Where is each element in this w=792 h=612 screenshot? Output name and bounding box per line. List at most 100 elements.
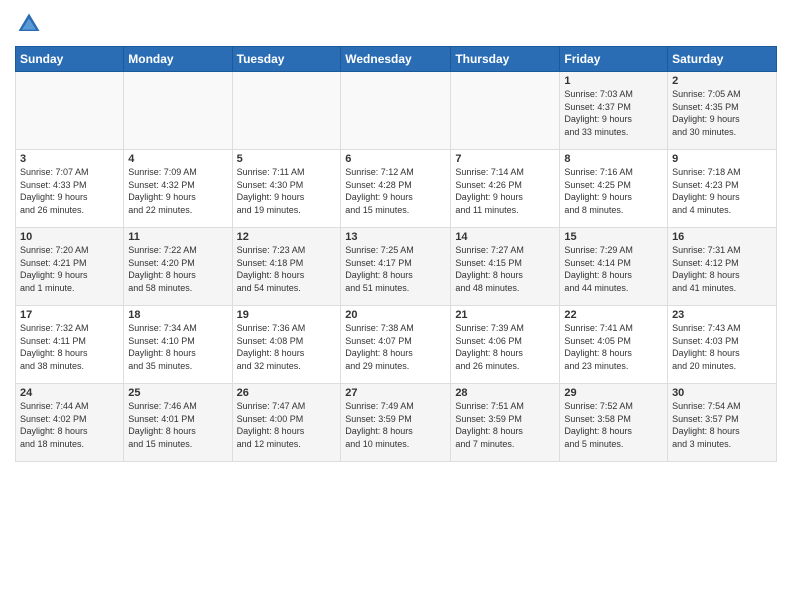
calendar-cell — [16, 72, 124, 150]
day-info: Sunrise: 7:22 AM Sunset: 4:20 PM Dayligh… — [128, 244, 227, 294]
calendar-cell: 19Sunrise: 7:36 AM Sunset: 4:08 PM Dayli… — [232, 306, 341, 384]
calendar-week-row: 10Sunrise: 7:20 AM Sunset: 4:21 PM Dayli… — [16, 228, 777, 306]
page: SundayMondayTuesdayWednesdayThursdayFrid… — [0, 0, 792, 612]
calendar-cell — [124, 72, 232, 150]
calendar-cell — [341, 72, 451, 150]
calendar-cell: 14Sunrise: 7:27 AM Sunset: 4:15 PM Dayli… — [451, 228, 560, 306]
calendar-cell: 25Sunrise: 7:46 AM Sunset: 4:01 PM Dayli… — [124, 384, 232, 462]
calendar-cell: 30Sunrise: 7:54 AM Sunset: 3:57 PM Dayli… — [668, 384, 777, 462]
day-number: 28 — [455, 387, 555, 399]
day-number: 2 — [672, 75, 772, 87]
day-info: Sunrise: 7:09 AM Sunset: 4:32 PM Dayligh… — [128, 166, 227, 216]
day-number: 3 — [20, 153, 119, 165]
calendar-week-row: 24Sunrise: 7:44 AM Sunset: 4:02 PM Dayli… — [16, 384, 777, 462]
day-number: 30 — [672, 387, 772, 399]
day-number: 12 — [237, 231, 337, 243]
day-number: 16 — [672, 231, 772, 243]
calendar-header-thursday: Thursday — [451, 47, 560, 72]
calendar-table: SundayMondayTuesdayWednesdayThursdayFrid… — [15, 46, 777, 462]
day-info: Sunrise: 7:52 AM Sunset: 3:58 PM Dayligh… — [564, 400, 663, 450]
calendar-cell: 2Sunrise: 7:05 AM Sunset: 4:35 PM Daylig… — [668, 72, 777, 150]
day-number: 15 — [564, 231, 663, 243]
day-number: 4 — [128, 153, 227, 165]
calendar-cell: 7Sunrise: 7:14 AM Sunset: 4:26 PM Daylig… — [451, 150, 560, 228]
day-info: Sunrise: 7:14 AM Sunset: 4:26 PM Dayligh… — [455, 166, 555, 216]
logo-icon — [15, 10, 43, 38]
day-info: Sunrise: 7:32 AM Sunset: 4:11 PM Dayligh… — [20, 322, 119, 372]
day-info: Sunrise: 7:16 AM Sunset: 4:25 PM Dayligh… — [564, 166, 663, 216]
day-info: Sunrise: 7:20 AM Sunset: 4:21 PM Dayligh… — [20, 244, 119, 294]
day-info: Sunrise: 7:12 AM Sunset: 4:28 PM Dayligh… — [345, 166, 446, 216]
calendar-cell: 8Sunrise: 7:16 AM Sunset: 4:25 PM Daylig… — [560, 150, 668, 228]
day-number: 8 — [564, 153, 663, 165]
calendar-cell: 26Sunrise: 7:47 AM Sunset: 4:00 PM Dayli… — [232, 384, 341, 462]
day-number: 17 — [20, 309, 119, 321]
calendar-cell: 9Sunrise: 7:18 AM Sunset: 4:23 PM Daylig… — [668, 150, 777, 228]
day-info: Sunrise: 7:43 AM Sunset: 4:03 PM Dayligh… — [672, 322, 772, 372]
day-info: Sunrise: 7:46 AM Sunset: 4:01 PM Dayligh… — [128, 400, 227, 450]
calendar-cell: 13Sunrise: 7:25 AM Sunset: 4:17 PM Dayli… — [341, 228, 451, 306]
calendar-cell: 22Sunrise: 7:41 AM Sunset: 4:05 PM Dayli… — [560, 306, 668, 384]
day-info: Sunrise: 7:49 AM Sunset: 3:59 PM Dayligh… — [345, 400, 446, 450]
day-number: 19 — [237, 309, 337, 321]
calendar-cell: 17Sunrise: 7:32 AM Sunset: 4:11 PM Dayli… — [16, 306, 124, 384]
day-number: 13 — [345, 231, 446, 243]
day-info: Sunrise: 7:23 AM Sunset: 4:18 PM Dayligh… — [237, 244, 337, 294]
day-number: 11 — [128, 231, 227, 243]
calendar-cell: 18Sunrise: 7:34 AM Sunset: 4:10 PM Dayli… — [124, 306, 232, 384]
calendar-header-wednesday: Wednesday — [341, 47, 451, 72]
day-info: Sunrise: 7:27 AM Sunset: 4:15 PM Dayligh… — [455, 244, 555, 294]
day-info: Sunrise: 7:31 AM Sunset: 4:12 PM Dayligh… — [672, 244, 772, 294]
calendar-cell: 23Sunrise: 7:43 AM Sunset: 4:03 PM Dayli… — [668, 306, 777, 384]
calendar-cell: 5Sunrise: 7:11 AM Sunset: 4:30 PM Daylig… — [232, 150, 341, 228]
calendar-cell: 15Sunrise: 7:29 AM Sunset: 4:14 PM Dayli… — [560, 228, 668, 306]
calendar-cell — [232, 72, 341, 150]
day-number: 23 — [672, 309, 772, 321]
day-number: 29 — [564, 387, 663, 399]
day-info: Sunrise: 7:44 AM Sunset: 4:02 PM Dayligh… — [20, 400, 119, 450]
day-number: 27 — [345, 387, 446, 399]
day-info: Sunrise: 7:11 AM Sunset: 4:30 PM Dayligh… — [237, 166, 337, 216]
calendar-cell: 10Sunrise: 7:20 AM Sunset: 4:21 PM Dayli… — [16, 228, 124, 306]
day-info: Sunrise: 7:36 AM Sunset: 4:08 PM Dayligh… — [237, 322, 337, 372]
calendar-cell: 3Sunrise: 7:07 AM Sunset: 4:33 PM Daylig… — [16, 150, 124, 228]
calendar-cell: 28Sunrise: 7:51 AM Sunset: 3:59 PM Dayli… — [451, 384, 560, 462]
day-number: 25 — [128, 387, 227, 399]
day-info: Sunrise: 7:38 AM Sunset: 4:07 PM Dayligh… — [345, 322, 446, 372]
calendar-cell: 11Sunrise: 7:22 AM Sunset: 4:20 PM Dayli… — [124, 228, 232, 306]
calendar-cell: 4Sunrise: 7:09 AM Sunset: 4:32 PM Daylig… — [124, 150, 232, 228]
day-info: Sunrise: 7:47 AM Sunset: 4:00 PM Dayligh… — [237, 400, 337, 450]
day-info: Sunrise: 7:54 AM Sunset: 3:57 PM Dayligh… — [672, 400, 772, 450]
calendar-header-friday: Friday — [560, 47, 668, 72]
logo — [15, 10, 45, 38]
day-number: 26 — [237, 387, 337, 399]
calendar-week-row: 1Sunrise: 7:03 AM Sunset: 4:37 PM Daylig… — [16, 72, 777, 150]
day-info: Sunrise: 7:18 AM Sunset: 4:23 PM Dayligh… — [672, 166, 772, 216]
day-info: Sunrise: 7:34 AM Sunset: 4:10 PM Dayligh… — [128, 322, 227, 372]
calendar-cell: 21Sunrise: 7:39 AM Sunset: 4:06 PM Dayli… — [451, 306, 560, 384]
calendar-header-tuesday: Tuesday — [232, 47, 341, 72]
calendar-cell: 12Sunrise: 7:23 AM Sunset: 4:18 PM Dayli… — [232, 228, 341, 306]
calendar-header-sunday: Sunday — [16, 47, 124, 72]
calendar-cell: 1Sunrise: 7:03 AM Sunset: 4:37 PM Daylig… — [560, 72, 668, 150]
day-number: 7 — [455, 153, 555, 165]
calendar-cell — [451, 72, 560, 150]
day-number: 20 — [345, 309, 446, 321]
day-info: Sunrise: 7:41 AM Sunset: 4:05 PM Dayligh… — [564, 322, 663, 372]
calendar-header-monday: Monday — [124, 47, 232, 72]
header — [15, 10, 777, 38]
day-number: 21 — [455, 309, 555, 321]
calendar-cell: 29Sunrise: 7:52 AM Sunset: 3:58 PM Dayli… — [560, 384, 668, 462]
day-info: Sunrise: 7:03 AM Sunset: 4:37 PM Dayligh… — [564, 88, 663, 138]
day-info: Sunrise: 7:25 AM Sunset: 4:17 PM Dayligh… — [345, 244, 446, 294]
day-number: 22 — [564, 309, 663, 321]
calendar-header-saturday: Saturday — [668, 47, 777, 72]
calendar-cell: 24Sunrise: 7:44 AM Sunset: 4:02 PM Dayli… — [16, 384, 124, 462]
day-number: 1 — [564, 75, 663, 87]
day-info: Sunrise: 7:07 AM Sunset: 4:33 PM Dayligh… — [20, 166, 119, 216]
day-number: 18 — [128, 309, 227, 321]
calendar-week-row: 17Sunrise: 7:32 AM Sunset: 4:11 PM Dayli… — [16, 306, 777, 384]
calendar-cell: 6Sunrise: 7:12 AM Sunset: 4:28 PM Daylig… — [341, 150, 451, 228]
day-info: Sunrise: 7:29 AM Sunset: 4:14 PM Dayligh… — [564, 244, 663, 294]
day-number: 5 — [237, 153, 337, 165]
